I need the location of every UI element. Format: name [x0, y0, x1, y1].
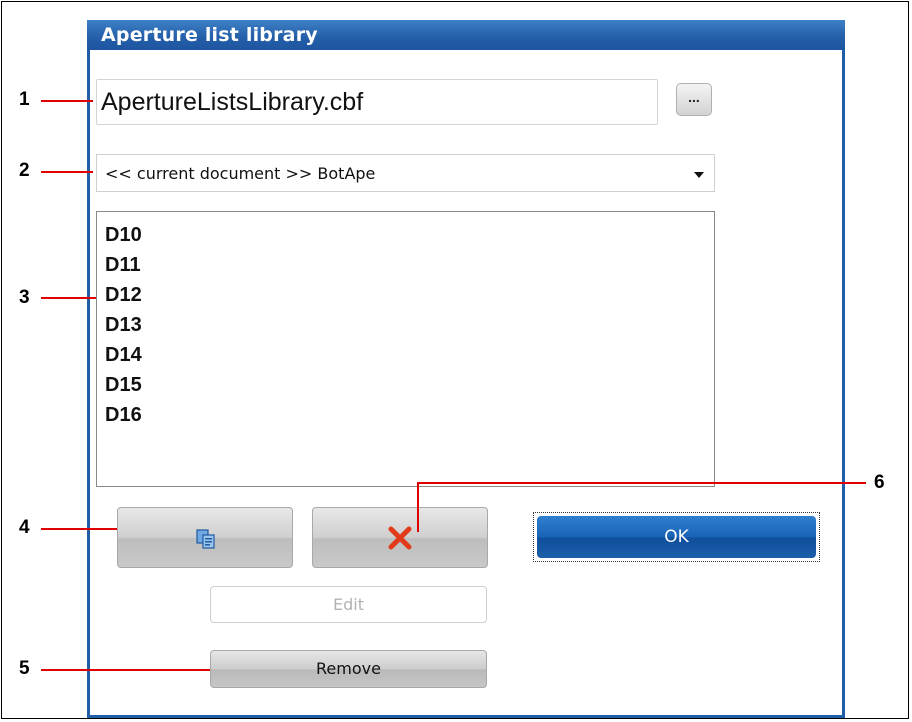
callout-leader: [41, 669, 210, 671]
library-file-name-field[interactable]: ApertureListsLibrary.cbf: [96, 79, 658, 125]
remove-button[interactable]: Remove: [210, 650, 487, 688]
callout-leader: [417, 482, 419, 532]
browse-button[interactable]: ...: [676, 83, 712, 116]
dialog-title: Aperture list library: [101, 24, 318, 46]
list-item[interactable]: D14: [97, 340, 714, 370]
list-item[interactable]: D10: [97, 220, 714, 250]
chevron-down-icon[interactable]: [694, 172, 704, 178]
callout-number: 1: [19, 89, 30, 110]
aperture-listbox[interactable]: D10 D11 D12 D13 D14 D15 D16: [96, 211, 715, 487]
callout-leader: [41, 100, 93, 102]
list-item[interactable]: D12: [97, 280, 714, 310]
close-icon: [388, 526, 412, 550]
aperture-list-select-value: << current document >> BotApe: [105, 164, 376, 183]
callout-leader: [41, 297, 96, 299]
resize-grip-icon[interactable]: [820, 695, 840, 715]
callout-number: 2: [19, 160, 30, 181]
callout-leader: [41, 528, 117, 530]
copy-button[interactable]: [117, 507, 293, 568]
callout-number: 3: [19, 287, 30, 308]
delete-button[interactable]: [312, 507, 488, 568]
copy-icon: [196, 529, 215, 549]
callout-leader: [41, 171, 93, 173]
dialog-title-bar[interactable]: Aperture list library: [87, 20, 845, 50]
callout-number: 5: [19, 658, 30, 679]
list-item[interactable]: D11: [97, 250, 714, 280]
callout-leader: [418, 482, 866, 484]
callout-number: 4: [19, 517, 30, 538]
list-item[interactable]: D15: [97, 370, 714, 400]
list-item[interactable]: D13: [97, 310, 714, 340]
aperture-list-select[interactable]: << current document >> BotApe: [96, 154, 715, 192]
ok-button-focus-frame: OK: [533, 512, 820, 562]
list-item[interactable]: D16: [97, 400, 714, 430]
callout-number: 6: [874, 472, 885, 493]
ok-button[interactable]: OK: [537, 516, 816, 558]
edit-button[interactable]: Edit: [210, 586, 487, 623]
